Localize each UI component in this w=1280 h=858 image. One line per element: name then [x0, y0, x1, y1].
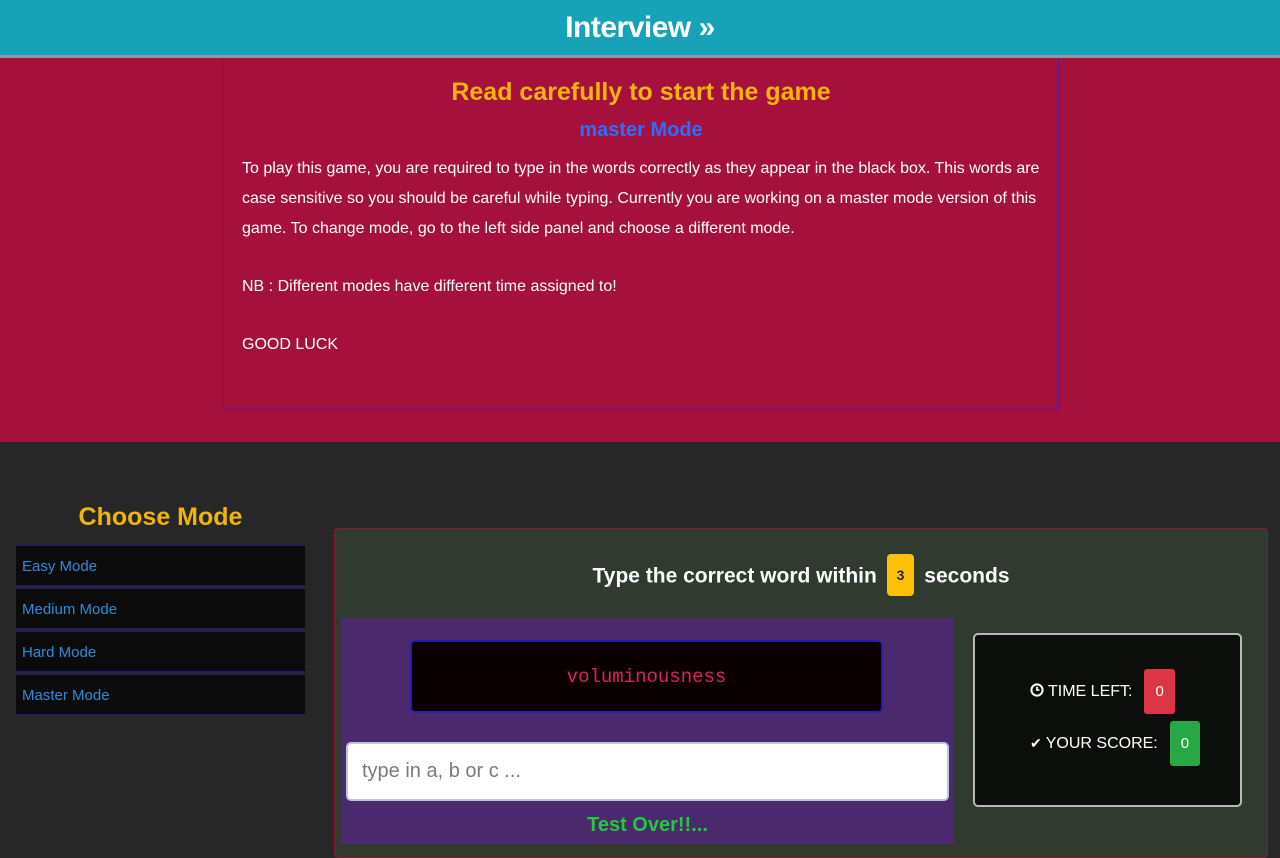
instructions-goodluck: GOOD LUCK — [242, 336, 339, 353]
instructions-section: Read carefully to start the game master … — [0, 58, 1280, 442]
seconds-badge: 3 — [886, 554, 915, 596]
stats-box: TIME LEFT: 0 ✔ YOUR SCORE: 0 — [973, 633, 1242, 807]
choose-mode-title: Choose Mode — [78, 503, 243, 531]
time-left-label: TIME LEFT: — [1048, 682, 1133, 700]
time-prompt: Type the correct word within 3 seconds — [335, 554, 1267, 598]
instructions-box: Read carefully to start the game master … — [223, 58, 1059, 410]
mode-list: Easy Mode Medium Mode Hard Mode Master M… — [15, 545, 306, 717]
instructions-paragraph: To play this game, you are required to t… — [242, 160, 1040, 237]
word-area: voluminousness Test Over!!... — [341, 618, 954, 844]
mode-item-master[interactable]: Master Mode — [15, 674, 306, 715]
word-input[interactable] — [346, 742, 949, 801]
game-panel: Type the correct word within 3 seconds v… — [334, 528, 1268, 858]
score-value: 0 — [1169, 721, 1201, 766]
check-icon: ✔ — [1030, 735, 1042, 751]
score-row: ✔ YOUR SCORE: 0 — [1030, 721, 1201, 766]
current-word-display: voluminousness — [410, 640, 883, 713]
clock-icon — [1030, 683, 1044, 700]
current-mode-label: master Mode — [579, 119, 703, 141]
top-navbar: Interview » — [0, 0, 1280, 58]
instructions-note: NB : Different modes have different time… — [242, 278, 617, 295]
prompt-text-before: Type the correct word within — [592, 564, 877, 588]
score-label: YOUR SCORE: — [1045, 734, 1158, 752]
mode-item-medium[interactable]: Medium Mode — [15, 588, 306, 629]
instructions-text: To play this game, you are required to t… — [242, 154, 1040, 360]
time-left-value: 0 — [1144, 669, 1175, 714]
status-message: Test Over!!... — [587, 814, 708, 836]
time-left-row: TIME LEFT: 0 — [1030, 669, 1175, 714]
mode-item-hard[interactable]: Hard Mode — [15, 631, 306, 672]
brand-link[interactable]: Interview » — [565, 11, 715, 45]
mode-item-easy[interactable]: Easy Mode — [15, 545, 306, 586]
instructions-title: Read carefully to start the game — [451, 78, 831, 106]
prompt-text-after: seconds — [924, 564, 1010, 588]
